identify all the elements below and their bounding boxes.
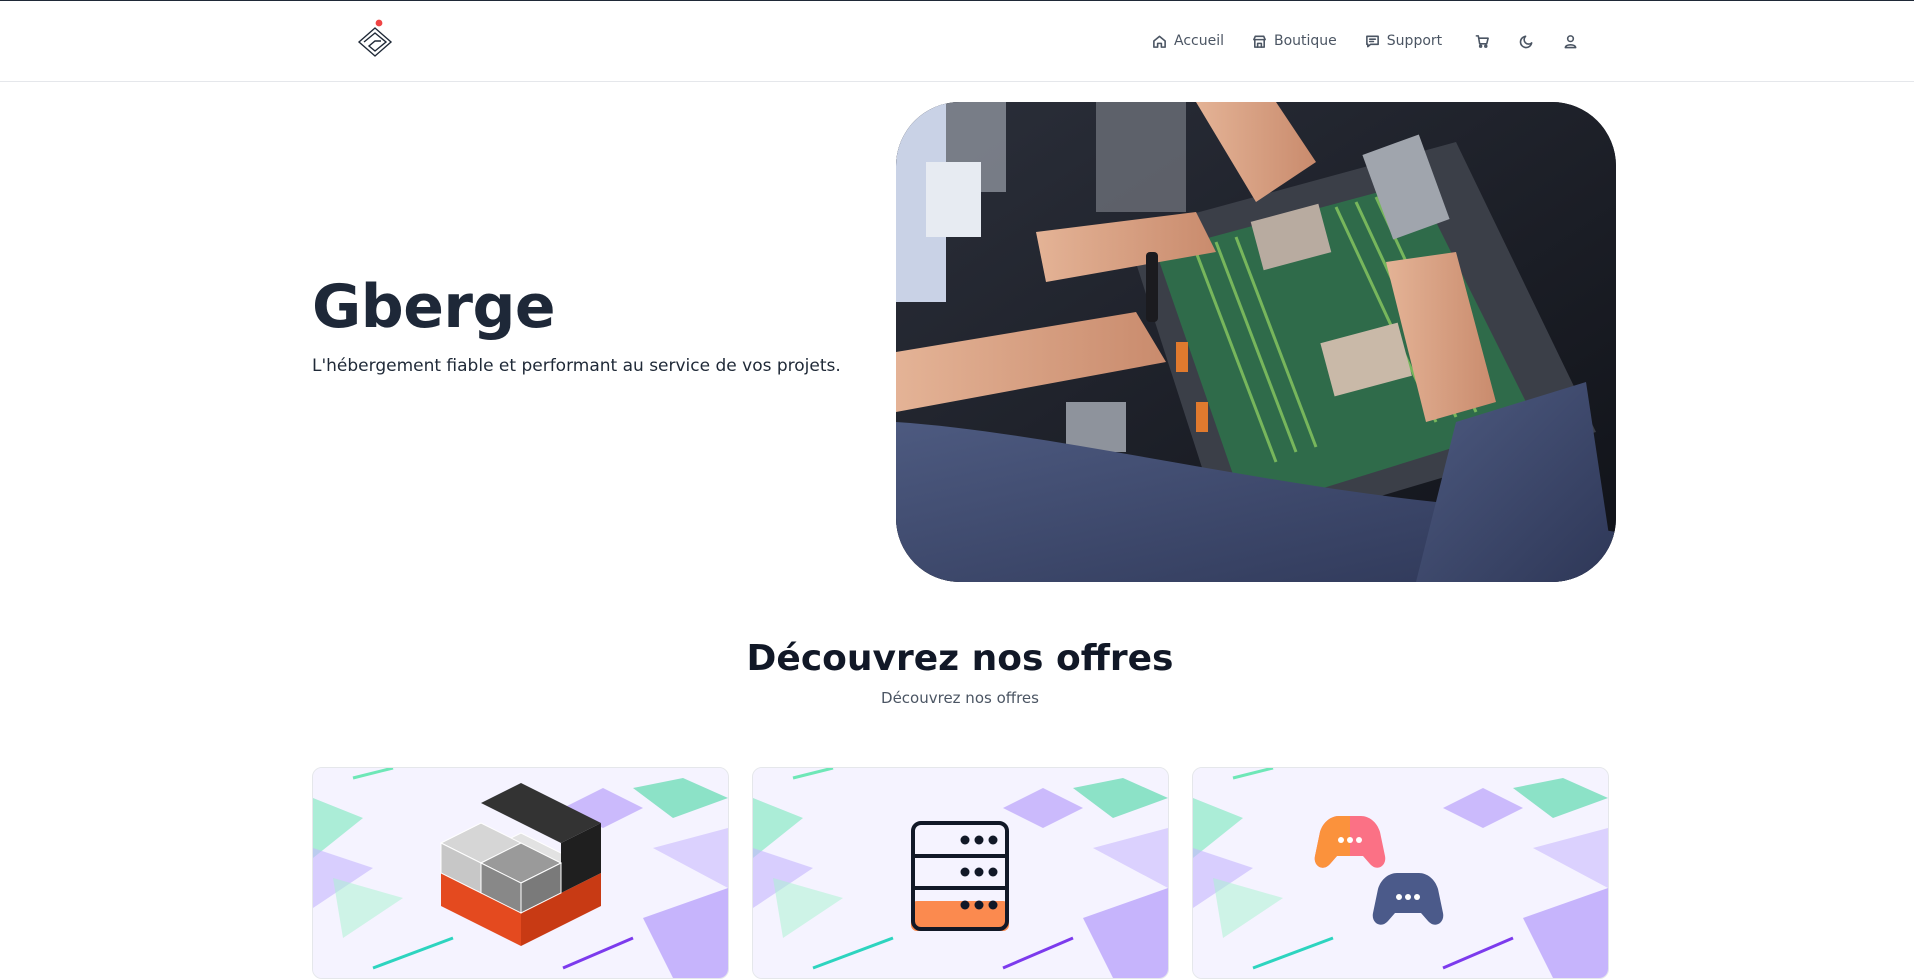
cart-icon [1475,34,1489,48]
account-button[interactable] [1558,29,1582,53]
main-nav: Accueil Boutique Support [1152,1,1602,81]
theme-toggle-button[interactable] [1514,29,1538,53]
offers-subtitle: Découvrez nos offres [881,689,1039,707]
store-icon [1253,35,1266,48]
hero-image [896,102,1616,582]
cart-button[interactable] [1470,29,1494,53]
nav-support[interactable]: Support [1365,33,1442,49]
user-icon [1564,34,1577,48]
server-rack-icon [911,821,1009,931]
offer-card-game-servers[interactable] [1192,767,1609,979]
home-icon [1153,35,1166,48]
offers-title: Découvrez nos offres [746,638,1174,679]
nav-home[interactable]: Accueil [1152,33,1224,49]
nav-support-label: Support [1386,33,1443,49]
gamepads-icon [1314,816,1444,925]
server-photo-illustration [896,102,1616,582]
logo-icon [357,19,393,57]
nav-shop-label: Boutique [1274,33,1337,49]
site-header: Accueil Boutique Support [0,1,1914,82]
offer-card-containers[interactable] [312,767,729,979]
offer-card-servers[interactable] [752,767,1169,979]
chat-icon [1365,35,1379,47]
hero-title: Gberge [312,272,556,342]
hero-subtitle: L'hébergement fiable et performant au se… [312,356,841,376]
containers-icon [439,783,603,946]
nav-home-label: Accueil [1174,33,1224,49]
nav-shop[interactable]: Boutique [1252,33,1337,49]
moon-icon [1519,35,1533,48]
site-logo[interactable] [356,19,396,63]
